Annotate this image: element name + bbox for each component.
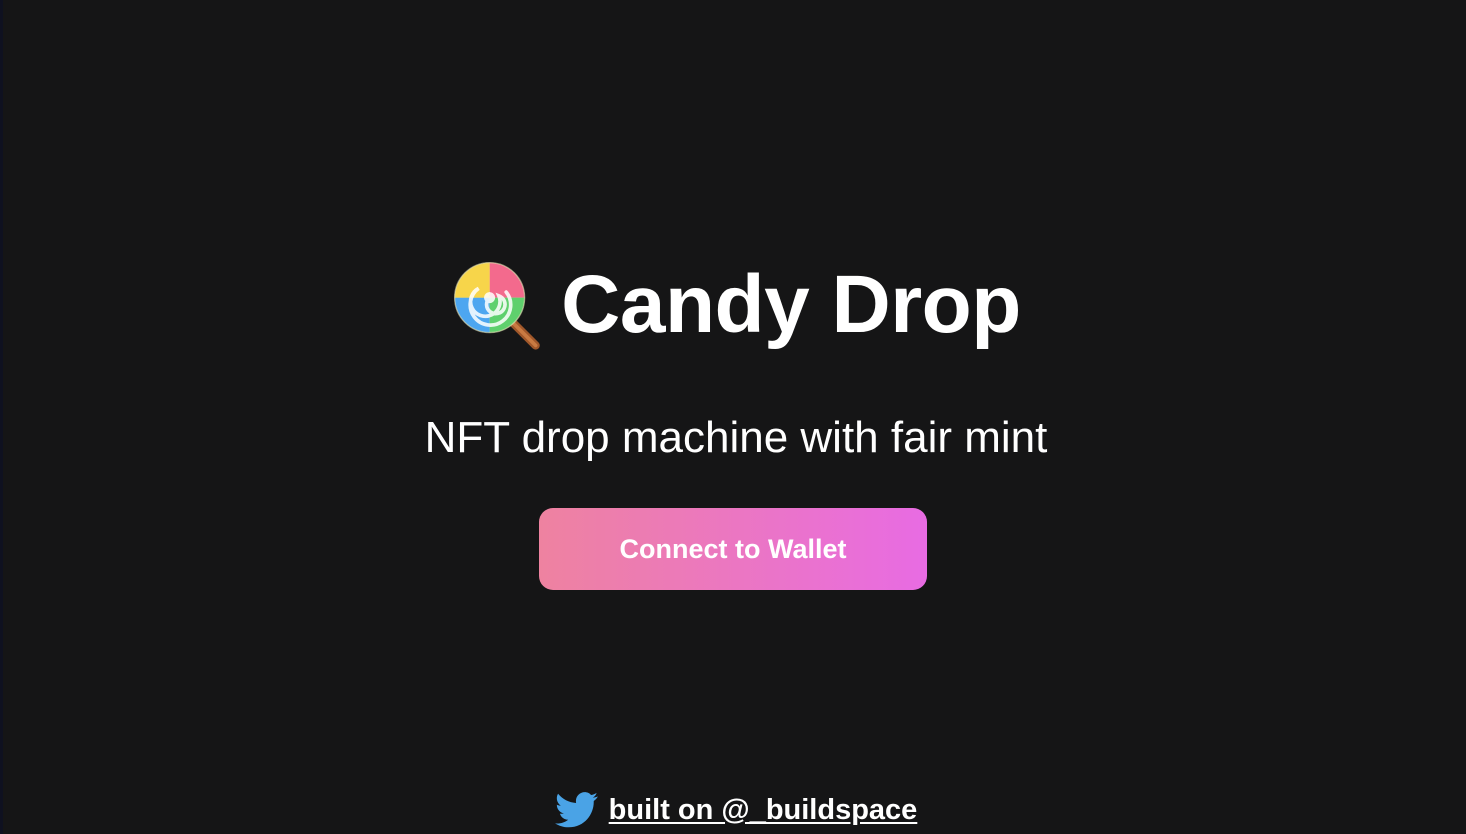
header: Candy Drop	[3, 250, 1466, 360]
app-root: Candy Drop NFT drop machine with fair mi…	[0, 0, 1466, 834]
page-title: Candy Drop	[561, 259, 1021, 350]
page-subtitle: NFT drop machine with fair mint	[424, 413, 1048, 462]
connect-wallet-button[interactable]: Connect to Wallet	[539, 508, 927, 590]
footer: built on @_buildspace	[3, 788, 1466, 832]
lollipop-icon	[454, 261, 540, 350]
buildspace-link[interactable]: built on @_buildspace	[609, 794, 918, 827]
twitter-icon	[554, 792, 598, 828]
